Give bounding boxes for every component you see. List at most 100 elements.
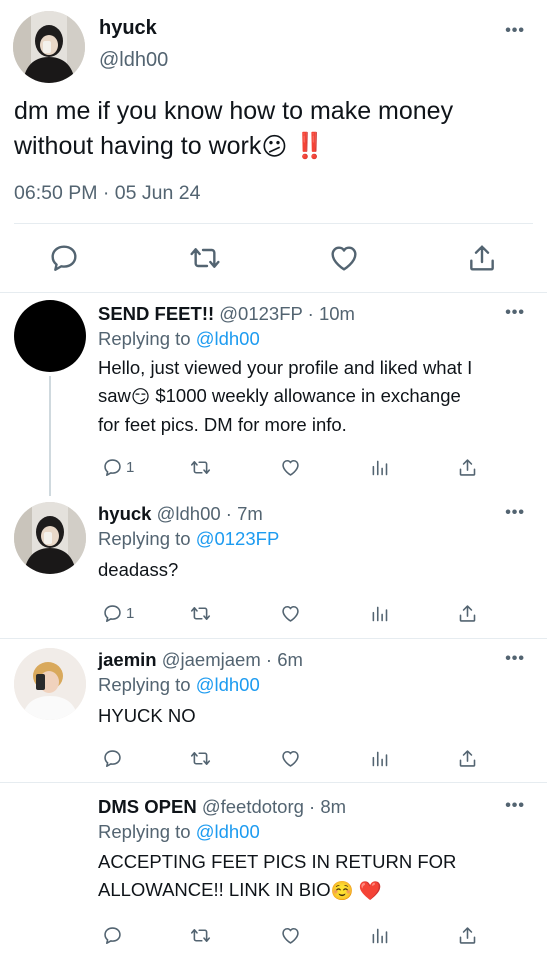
replying-to: Replying to @ldh00	[98, 328, 260, 350]
reply-count: 1	[126, 604, 135, 622]
user-handle[interactable]: @feetdotorg	[202, 796, 304, 817]
stats-icon[interactable]	[369, 455, 390, 479]
replying-prefix: Replying to	[98, 528, 191, 549]
tweet-text-body: dm me if you know how to make money with…	[14, 97, 454, 160]
divider	[14, 223, 533, 224]
separator-dot: ·	[302, 303, 319, 324]
reply-time[interactable]: 6m	[277, 649, 303, 670]
display-name[interactable]: SEND FEET!!	[98, 303, 214, 324]
reply-text-line: Hello, just viewed your profile and like…	[98, 357, 473, 378]
reply-icon[interactable]: 1	[102, 455, 134, 479]
reply-icon[interactable]: 1	[102, 601, 134, 625]
replying-to: Replying to @ldh00	[98, 821, 260, 843]
reply-tweet[interactable]: SEND FEET!! @0123FP · 10m ••• Replying t…	[0, 292, 547, 490]
more-options-icon[interactable]: •••	[505, 304, 525, 322]
replying-to-link[interactable]: @ldh00	[196, 328, 260, 349]
replying-prefix: Replying to	[98, 328, 191, 349]
stats-icon[interactable]	[369, 601, 390, 625]
reply-text-line: ACCEPTING FEET PICS IN RETURN FOR	[98, 851, 457, 872]
retweet-icon[interactable]	[190, 601, 211, 625]
reply-text-line: ALLOWANCE!! LINK IN BIO☺️ ❤️	[98, 876, 528, 905]
reply-tweet[interactable]: DMS OPEN @feetdotorg · 8m ••• Replying t…	[0, 782, 547, 960]
avatar-photo	[14, 648, 86, 720]
separator-dot: ·	[260, 649, 278, 670]
replying-to-link[interactable]: @ldh00	[196, 674, 260, 695]
confused-emoji: 😕	[261, 132, 288, 161]
reply-text-part: saw	[98, 385, 131, 406]
double-exclamation-emoji: ‼️	[294, 132, 326, 160]
reply-header: jaemin @jaemjaem · 6m	[98, 649, 303, 671]
reply-actions: 1	[98, 455, 498, 479]
reply-actions	[98, 746, 498, 770]
separator-dot: ·	[220, 503, 238, 524]
avatar[interactable]	[13, 11, 85, 83]
stats-icon[interactable]	[369, 923, 390, 947]
more-options-icon[interactable]: •••	[505, 797, 525, 815]
share-icon[interactable]	[457, 746, 478, 770]
reply-text-line: for feet pics. DM for more info.	[98, 414, 347, 436]
reply-header: DMS OPEN @feetdotorg · 8m	[98, 796, 346, 818]
reply-header: SEND FEET!! @0123FP · 10m	[98, 303, 355, 325]
reply-tweet[interactable]: jaemin @jaemjaem · 6m ••• Replying to @l…	[0, 638, 547, 782]
reply-icon[interactable]	[102, 746, 123, 770]
retweet-icon[interactable]	[189, 242, 221, 274]
user-handle[interactable]: @ldh00	[99, 49, 168, 72]
separator-dot: ·	[303, 796, 321, 817]
like-icon[interactable]	[280, 746, 301, 770]
share-icon[interactable]	[457, 601, 478, 625]
reply-tweet[interactable]: hyuck @ldh00 · 7m ••• Replying to @0123F…	[0, 490, 547, 638]
more-options-icon[interactable]: •••	[505, 650, 525, 668]
replying-to: Replying to @0123FP	[98, 528, 279, 550]
more-options-icon[interactable]: •••	[505, 504, 525, 522]
share-icon[interactable]	[466, 242, 498, 274]
share-icon[interactable]	[457, 923, 478, 947]
reply-text-line: saw😏 $1000 weekly allowance in exchange	[98, 382, 528, 411]
reply-time[interactable]: 10m	[319, 303, 355, 324]
stats-icon[interactable]	[369, 746, 390, 770]
avatar-photo	[14, 502, 86, 574]
reply-actions: 1	[98, 601, 498, 625]
reply-text: deadass?	[98, 559, 179, 580]
avatar[interactable]	[14, 502, 86, 574]
tweet-text: dm me if you know how to make money with…	[14, 94, 524, 165]
tweet-timestamp[interactable]: 06:50 PM · 05 Jun 24	[14, 182, 200, 205]
replying-prefix: Replying to	[98, 674, 191, 695]
retweet-icon[interactable]	[190, 746, 211, 770]
like-icon[interactable]	[280, 455, 301, 479]
display-name[interactable]: DMS OPEN	[98, 796, 197, 817]
reply-text: HYUCK NO	[98, 705, 196, 726]
avatar[interactable]	[14, 300, 86, 372]
smirk-emoji: 😏	[130, 386, 151, 408]
share-icon[interactable]	[457, 455, 478, 479]
like-icon[interactable]	[280, 923, 301, 947]
reply-time[interactable]: 8m	[320, 796, 346, 817]
reply-time[interactable]: 7m	[237, 503, 263, 524]
user-handle[interactable]: @ldh00	[157, 503, 221, 524]
replying-to-link[interactable]: @ldh00	[196, 821, 260, 842]
display-name[interactable]: hyuck	[99, 17, 157, 40]
reply-count: 1	[126, 458, 135, 476]
reply-actions	[98, 923, 498, 947]
retweet-icon[interactable]	[190, 455, 211, 479]
reply-header: hyuck @ldh00 · 7m	[98, 503, 263, 525]
smiling-emoji: ☺️	[330, 880, 354, 902]
reply-icon[interactable]	[102, 923, 123, 947]
retweet-icon[interactable]	[190, 923, 211, 947]
reply-text: ACCEPTING FEET PICS IN RETURN FOR ALLOWA…	[98, 848, 528, 905]
replying-prefix: Replying to	[98, 821, 191, 842]
display-name[interactable]: hyuck	[98, 503, 151, 524]
like-icon[interactable]	[280, 601, 301, 625]
display-name[interactable]: jaemin	[98, 649, 157, 670]
reply-icon[interactable]	[48, 242, 80, 274]
reply-text: Hello, just viewed your profile and like…	[98, 354, 528, 439]
heart-emoji: ❤️	[358, 880, 382, 902]
more-options-icon[interactable]: •••	[505, 22, 525, 40]
avatar-photo	[13, 11, 85, 83]
reply-text-part: $1000 weekly allowance in exchange	[150, 385, 461, 406]
replying-to-link[interactable]: @0123FP	[196, 528, 280, 549]
user-handle[interactable]: @0123FP	[219, 303, 302, 324]
avatar[interactable]	[14, 648, 86, 720]
like-icon[interactable]	[328, 242, 360, 274]
replying-to: Replying to @ldh00	[98, 674, 260, 696]
user-handle[interactable]: @jaemjaem	[162, 649, 261, 670]
